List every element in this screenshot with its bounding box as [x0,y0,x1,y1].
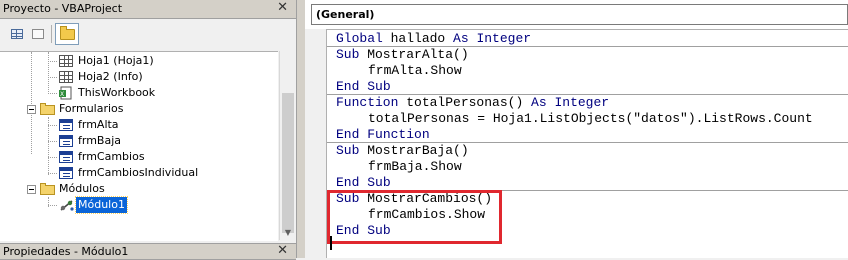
tree-item-label: Módulos [59,182,105,195]
tree-item-label: ThisWorkbook [78,86,156,99]
sheet-icon [59,71,73,83]
tree-item-label: frmCambiosIndividual [78,166,199,179]
project-tree[interactable]: Hoja1 (Hoja1) Hoja2 (Info) X ThisWorkboo… [0,51,278,241]
tree-connector [48,61,57,62]
tree-connector [31,52,32,154]
project-explorer-title: Proyecto - VBAProject [3,2,123,15]
toggle-folders-button[interactable] [55,23,79,45]
properties-titlebar: Propiedades - Módulo1 ✕ [0,243,296,260]
workbook-icon: X [59,86,72,100]
code-line[interactable]: frmCambios.Show [368,207,485,223]
tree-item-label: frmAlta [78,118,119,131]
project-explorer-pane: Proyecto - VBAProject ✕ Hoja1 (Hoja1) Ho… [0,0,296,260]
folder-icon [60,26,75,40]
code-line[interactable]: frmAlta.Show [368,63,462,79]
collapse-toggle[interactable] [27,105,36,114]
project-explorer-toolbar [0,19,296,50]
tree-item-label: Formularios [59,102,124,115]
tree-connector [48,52,49,94]
code-line[interactable]: Function totalPersonas() As Integer [336,95,609,111]
form-icon [59,167,73,179]
tree-item-label: Hoja1 (Hoja1) [78,54,154,67]
close-icon[interactable]: ✕ [277,0,288,15]
code-line[interactable]: frmBaja.Show [368,159,462,175]
code-line[interactable]: Sub MostrarBaja() [336,143,469,159]
code-line[interactable]: End Sub [336,79,391,95]
form-icon [59,119,73,131]
scroll-down-arrow-icon[interactable]: ▼ [282,227,294,239]
scrollbar-thumb[interactable] [282,93,294,233]
code-editor[interactable]: Global hallado As Integer Sub MostrarAlt… [327,29,848,258]
tree-connector [48,205,57,206]
tree-item-label: frmBaja [78,134,122,147]
folder-icon [40,103,55,115]
tree-connector [48,93,57,94]
view-code-button[interactable] [8,26,26,42]
collapse-toggle[interactable] [27,185,36,194]
project-explorer-titlebar: Proyecto - VBAProject ✕ [0,0,296,19]
object-dropdown[interactable]: (General) [311,4,848,25]
view-code-icon [11,29,23,39]
text-caret [330,236,332,250]
code-line[interactable]: End Function [336,127,430,143]
code-line[interactable]: Sub MostrarAlta() [336,47,469,63]
code-line[interactable]: End Sub [336,175,391,191]
svg-text:X: X [60,91,64,98]
code-window: (General) Global hallado As Integer Sub … [305,0,848,258]
form-icon [59,135,73,147]
tree-connector [48,141,57,142]
toolbar-separator [51,25,52,43]
folder-icon [40,183,55,195]
tree-item-label: Módulo1 [75,196,128,214]
close-icon[interactable]: ✕ [277,243,288,258]
code-line[interactable]: Global hallado As Integer [336,31,531,47]
tree-connector [48,125,57,126]
tree-item-label: frmCambios [78,150,145,163]
properties-title: Propiedades - Módulo1 [3,245,129,258]
view-object-button[interactable] [29,26,47,42]
module-icon [60,200,74,211]
view-object-icon [32,29,44,39]
tree-scrollbar[interactable]: ▼ [279,51,296,240]
pane-splitter[interactable] [296,0,305,258]
code-line[interactable]: totalPersonas = Hoja1.ListObjects("datos… [368,111,813,127]
tree-item-label: Hoja2 (Info) [78,70,143,83]
sheet-icon [59,55,73,67]
tree-connector [48,77,57,78]
form-icon [59,151,73,163]
tree-connector [48,173,57,174]
tree-connector [48,157,57,158]
object-dropdown-value: (General) [316,8,375,21]
code-margin-indicator-bar[interactable] [305,29,327,258]
code-line[interactable]: Sub MostrarCambios() [336,191,492,207]
code-line[interactable]: End Sub [336,223,391,239]
